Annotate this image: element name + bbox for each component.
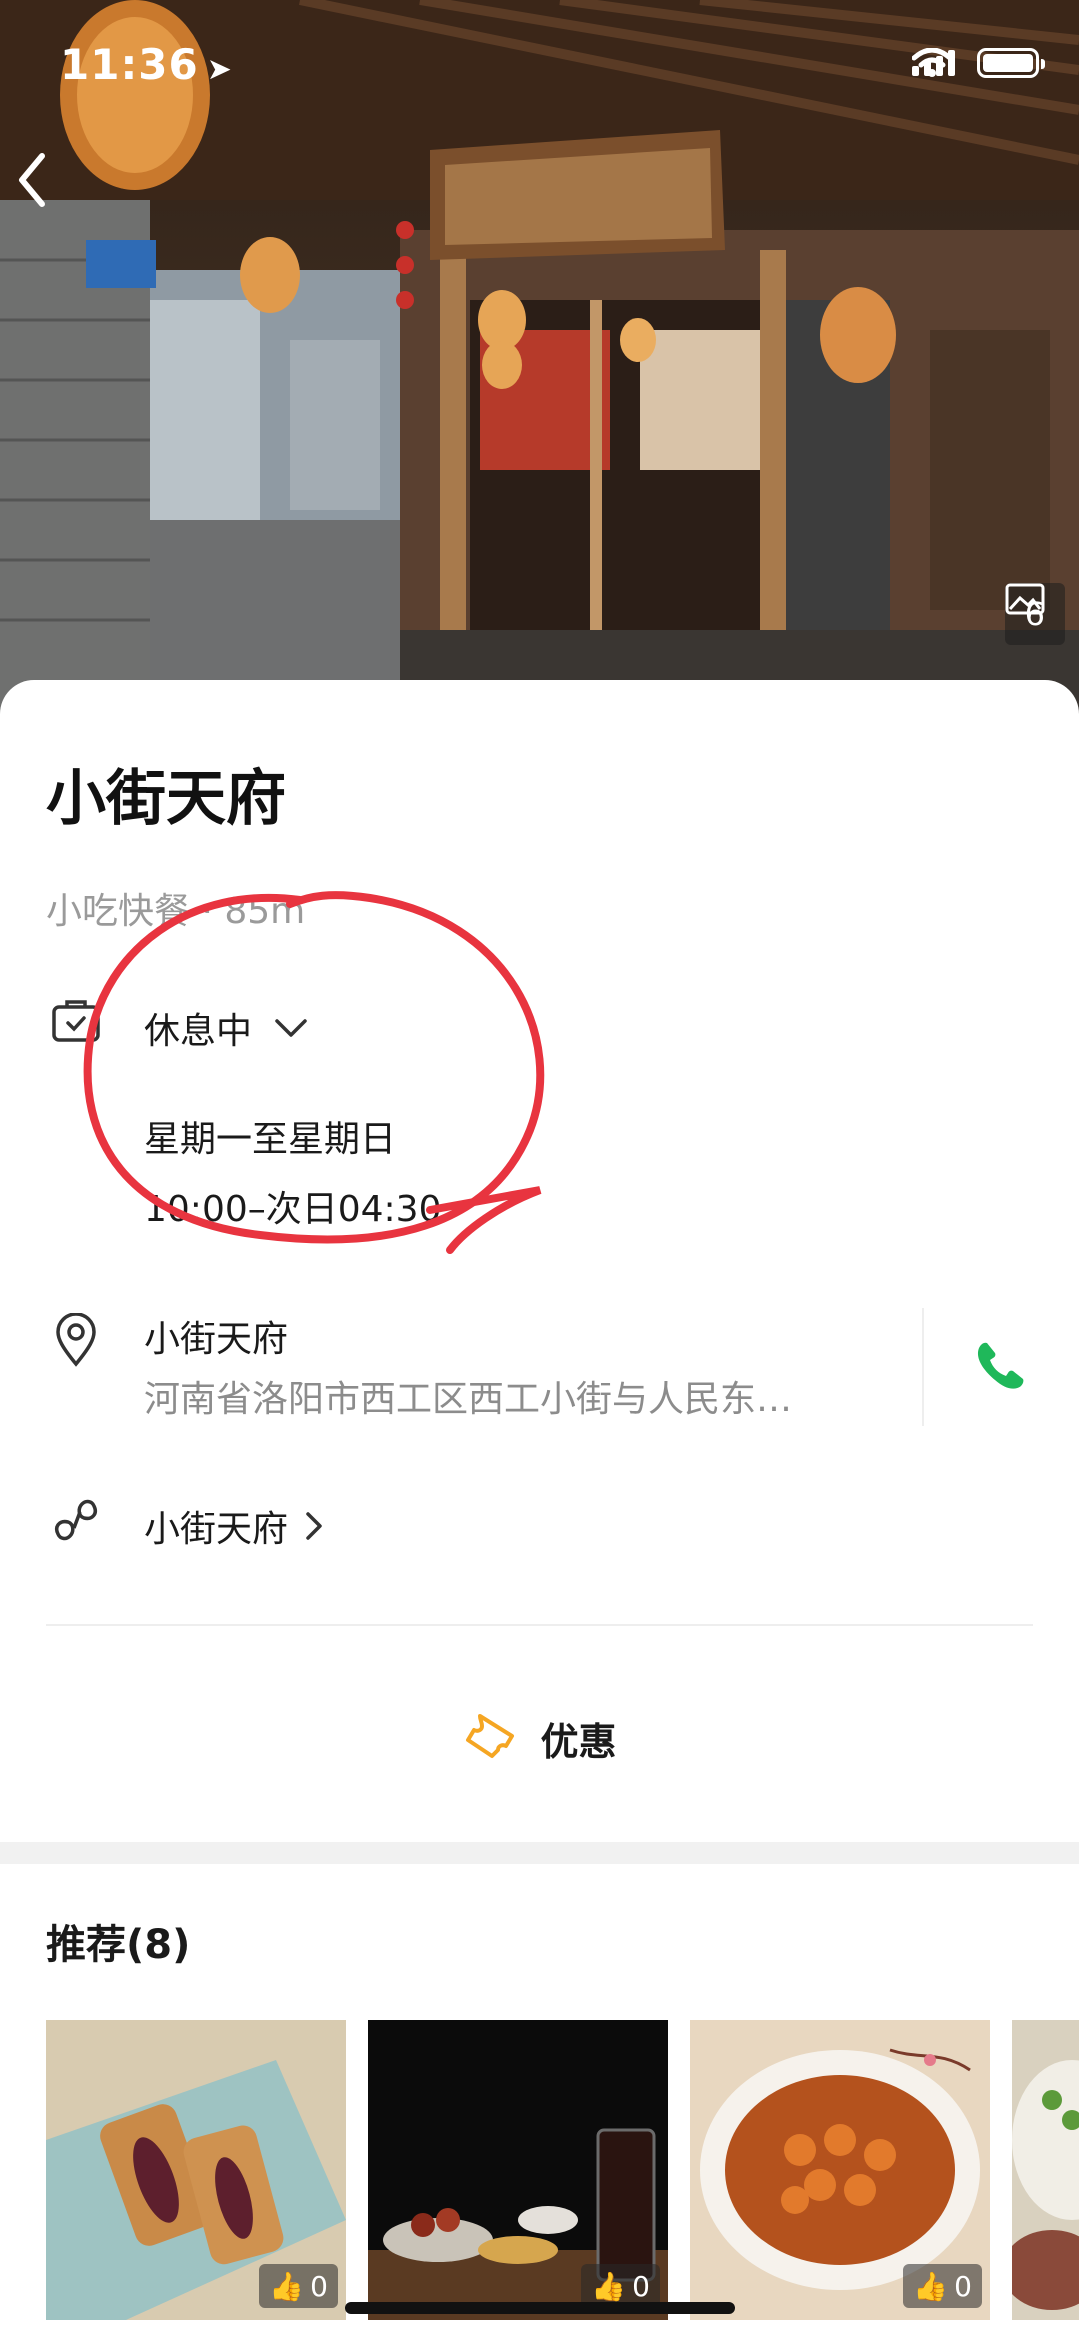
storefront-photo[interactable]: 11:36 ➤ 6 [0, 0, 1079, 720]
thumbs-up-icon: 👍 [913, 2269, 949, 2303]
wifi-icon [912, 48, 952, 77]
coupon-label: 优惠 [540, 1719, 617, 1764]
recommend-item[interactable]: 👍 0 [690, 2020, 990, 2320]
status-bar: 11:36 ➤ [0, 0, 1079, 130]
recommend-item[interactable]: 👍 0 [368, 2020, 668, 2320]
coupon-entry[interactable]: 优惠 [0, 1710, 1079, 1766]
place-info-card: 小街天府 小吃快餐 · 85m 休息中 星期一至星期日 10:00–次日04:3… [0, 680, 1079, 1840]
annotation-circle [83, 891, 545, 1254]
ticket-icon [466, 1714, 515, 1758]
location-arrow-icon: ➤ [206, 52, 233, 87]
status-time: 11:36 ➤ [60, 40, 233, 89]
like-badge: 👍 0 [259, 2264, 338, 2308]
mini-program-icon [46, 1490, 106, 1550]
back-button[interactable] [14, 150, 84, 230]
recommend-item[interactable]: 👍 0 [46, 2020, 346, 2320]
call-button[interactable] [965, 1325, 1035, 1405]
address-divider [922, 1308, 924, 1426]
mini-program-label: 小街天府 [144, 1509, 289, 1550]
address-name[interactable]: 小街天府 [144, 1310, 288, 1362]
phone-icon [977, 1342, 1024, 1389]
thumbs-up-icon: 👍 [269, 2269, 305, 2303]
image-icon [1005, 583, 1045, 615]
thumbs-up-icon: 👍 [591, 2269, 627, 2303]
dish-photo [1012, 2020, 1079, 2320]
location-pin-icon [46, 1310, 106, 1370]
section-separator [0, 1842, 1079, 1864]
photo-count-badge[interactable]: 6 [1004, 583, 1065, 645]
chevron-left-icon [19, 153, 45, 207]
home-indicator [345, 2302, 735, 2314]
recommend-title: 推荐(8) [46, 1922, 191, 1968]
status-icons [912, 48, 1045, 78]
like-count: 0 [954, 2269, 972, 2303]
place-title: 小街天府 [46, 764, 286, 834]
status-time-text: 11:36 [60, 40, 199, 89]
address-line[interactable]: 河南省洛阳市西工区西工小街与人民东… [144, 1370, 884, 1422]
recommend-item[interactable] [1012, 2020, 1079, 2320]
mini-program-link[interactable]: 小街天府 [144, 1500, 324, 1552]
like-badge: 👍 0 [903, 2264, 982, 2308]
battery-icon [977, 48, 1045, 78]
recommend-list: 👍 0 👍 0 👍 0 [46, 2020, 1079, 2320]
chevron-right-icon [306, 1512, 322, 1540]
like-count: 0 [310, 2269, 328, 2303]
section-divider [46, 1624, 1033, 1626]
like-count: 0 [632, 2269, 650, 2303]
